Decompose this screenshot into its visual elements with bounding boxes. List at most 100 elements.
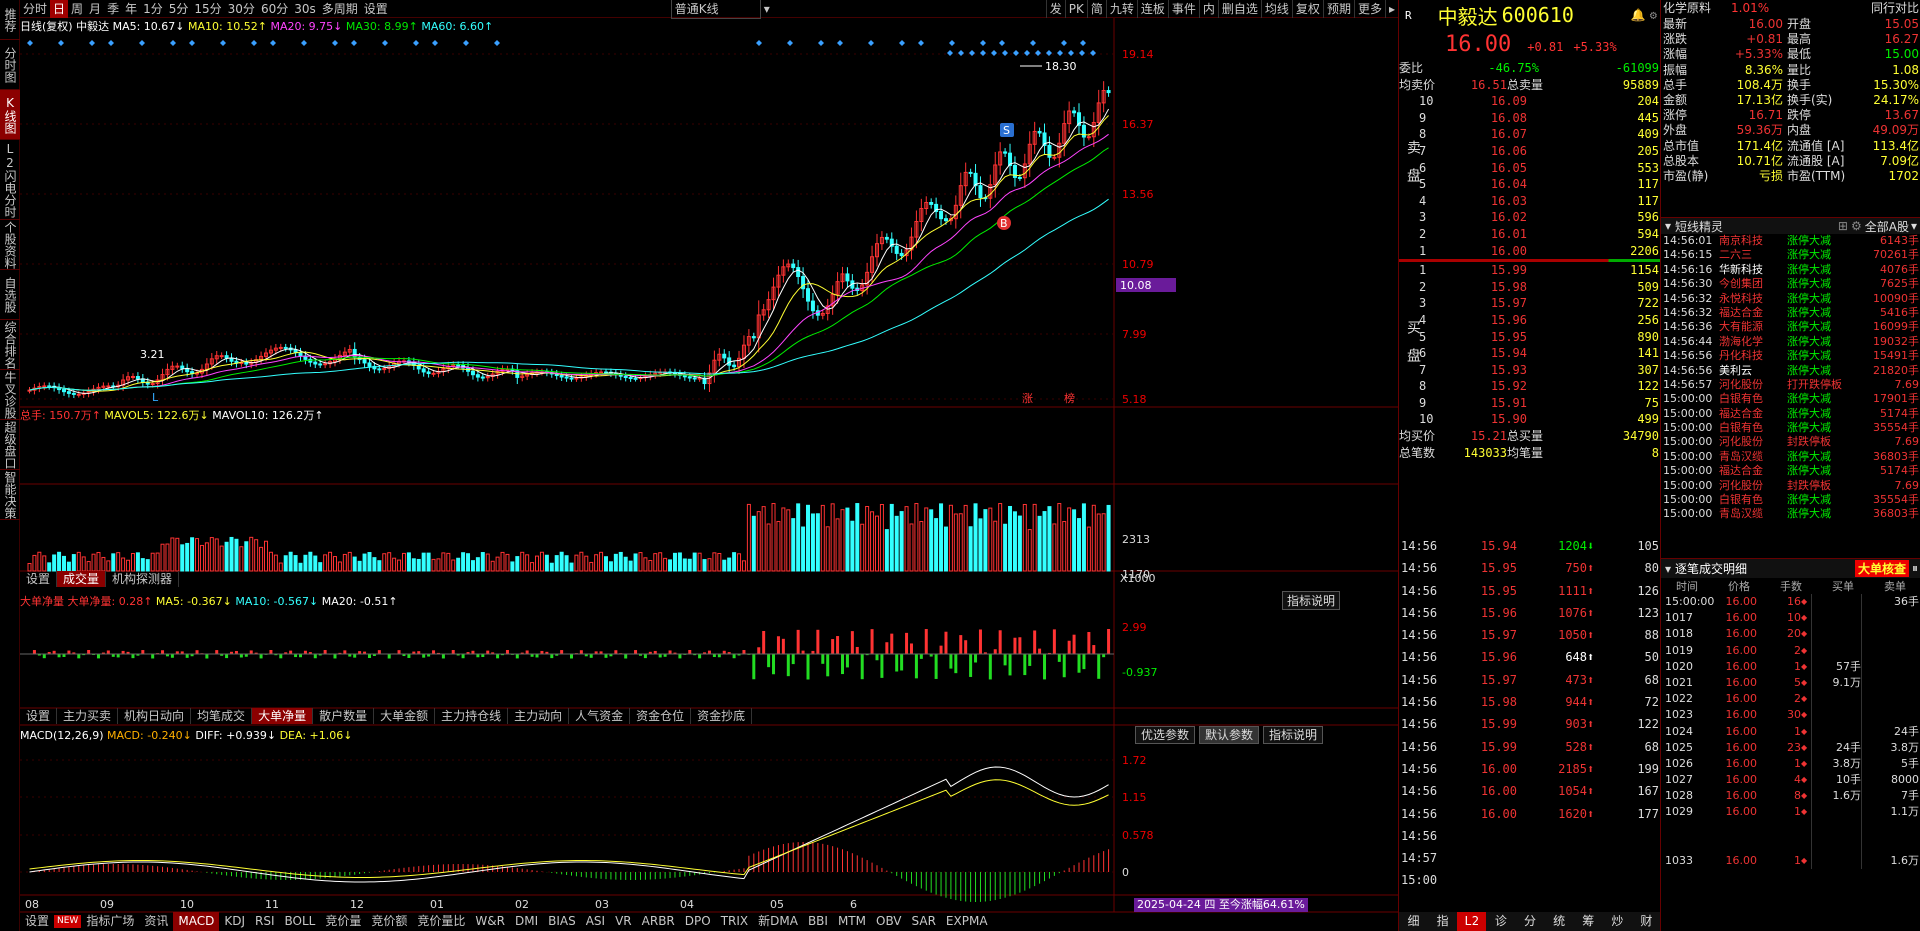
indtabs-7[interactable]: 主力持仓线: [435, 708, 509, 724]
panel-tab-7[interactable]: 炒: [1603, 912, 1632, 931]
panel-tab-3[interactable]: 诊: [1486, 912, 1515, 931]
tool-1[interactable]: PK: [1064, 0, 1087, 18]
side-tab-2[interactable]: K线图: [0, 90, 20, 140]
indtabs-9[interactable]: 人气资金: [569, 708, 631, 724]
kline-chart[interactable]: 日线(复权) 中毅达 MA5: 10.67↓ MA10: 10.52↑ MA20…: [20, 18, 1398, 931]
gear-icon[interactable]: ⚙: [1851, 219, 1862, 233]
bottom-tab-22[interactable]: OBV: [871, 912, 907, 931]
bottom-tab-2[interactable]: 指标广场: [81, 912, 139, 931]
period-tab-5[interactable]: 年: [122, 0, 140, 18]
pause-icon[interactable]: ⏸: [1912, 561, 1918, 576]
bottom-tab-17[interactable]: DPO: [680, 912, 716, 931]
side-tab-1[interactable]: 分时图: [0, 40, 20, 90]
volume-bar: [993, 520, 998, 572]
side-tab-9[interactable]: 智能决策: [0, 470, 20, 520]
bottom-tab-12[interactable]: DMI: [510, 912, 543, 931]
indtabs-6[interactable]: 大单金额: [374, 708, 436, 724]
panel-tab-2[interactable]: L2: [1457, 912, 1487, 931]
bottom-tab-11[interactable]: W&R: [470, 912, 510, 931]
period-tab-12[interactable]: 多周期: [319, 0, 361, 18]
bottom-tab-19[interactable]: 新DMA: [753, 912, 803, 931]
period-tab-7[interactable]: 5分: [166, 0, 192, 18]
tool-8[interactable]: 均线: [1260, 0, 1292, 18]
tool-5[interactable]: 事件: [1167, 0, 1199, 18]
bottom-tab-10[interactable]: 竞价量比: [412, 912, 470, 931]
big-order-check-button[interactable]: 大单核查: [1854, 560, 1909, 577]
period-tab-10[interactable]: 60分: [258, 0, 291, 18]
chevron-right-icon[interactable]: ▸: [1384, 0, 1398, 18]
indtabs-1[interactable]: 主力买卖: [57, 708, 119, 724]
bottom-tab-21[interactable]: MTM: [833, 912, 871, 931]
period-tab-9[interactable]: 30分: [225, 0, 258, 18]
indtabs-5[interactable]: 散户数量: [313, 708, 375, 724]
side-tab-4[interactable]: 个股资料: [0, 220, 20, 270]
bottom-tab-14[interactable]: ASI: [581, 912, 610, 931]
tool-0[interactable]: 发: [1045, 0, 1065, 18]
period-tab-13[interactable]: 设置: [361, 0, 391, 18]
gear-icon[interactable]: ⚙: [1650, 8, 1657, 22]
tool-9[interactable]: 复权: [1291, 0, 1323, 18]
indtabs-10[interactable]: 资金仓位: [630, 708, 692, 724]
bottom-tab-24[interactable]: EXPMA: [941, 912, 993, 931]
chevron-down-icon[interactable]: ▾: [761, 0, 773, 18]
period-tab-6[interactable]: 1分: [140, 0, 166, 18]
indtabs-11[interactable]: 资金抄底: [691, 708, 753, 724]
bell-icon[interactable]: 🔔: [1631, 8, 1646, 22]
period-tab-11[interactable]: 30s: [291, 0, 319, 18]
period-tab-0[interactable]: 分时: [20, 0, 50, 18]
tool-4[interactable]: 连板: [1136, 0, 1168, 18]
macd-btn-1[interactable]: 默认参数: [1199, 726, 1260, 744]
bottom-tab-6[interactable]: RSI: [250, 912, 280, 931]
period-tab-3[interactable]: 月: [86, 0, 104, 18]
period-tab-1[interactable]: 日: [50, 0, 69, 18]
side-tab-7[interactable]: 牛叉诊股: [0, 370, 20, 420]
period-tab-4[interactable]: 季: [104, 0, 122, 18]
bottom-tab-13[interactable]: BIAS: [543, 912, 581, 931]
bottom-tab-8[interactable]: 竞价量: [320, 912, 366, 931]
macd-btn-0[interactable]: 优选参数: [1135, 726, 1196, 744]
bottom-tab-1[interactable]: NEW: [54, 915, 82, 928]
bottom-tab-0[interactable]: 设置: [20, 912, 54, 931]
indtabs-3[interactable]: 均笔成交: [191, 708, 253, 724]
midtabs-2[interactable]: 机构探测器: [106, 571, 180, 587]
side-tab-3[interactable]: L2闪电分时: [0, 140, 20, 220]
bottom-tab-23[interactable]: SAR: [907, 912, 941, 931]
tool-6[interactable]: 内: [1198, 0, 1218, 18]
indtabs-0[interactable]: 设置: [20, 708, 58, 724]
grid-icon[interactable]: ⊞: [1838, 219, 1848, 233]
bottom-tab-4[interactable]: MACD: [173, 912, 220, 931]
period-tab-2[interactable]: 周: [68, 0, 86, 18]
side-tab-5[interactable]: 自选股: [0, 270, 20, 320]
indtabs-8[interactable]: 主力动向: [508, 708, 570, 724]
panel-tab-5[interactable]: 统: [1545, 912, 1574, 931]
tool-7[interactable]: 删自选: [1217, 0, 1261, 18]
panel-tab-1[interactable]: 指: [1428, 912, 1457, 931]
bottom-tab-16[interactable]: ARBR: [637, 912, 680, 931]
tool-10[interactable]: 预期: [1322, 0, 1354, 18]
tool-3[interactable]: 九转: [1105, 0, 1137, 18]
tool-2[interactable]: 简: [1086, 0, 1106, 18]
midtabs-1[interactable]: 成交量: [57, 571, 107, 587]
panel-tab-4[interactable]: 分: [1515, 912, 1544, 931]
kline-type-select[interactable]: 普通K线: [670, 0, 761, 19]
bottom-tab-3[interactable]: 资讯: [139, 912, 173, 931]
bottom-tab-5[interactable]: KDJ: [219, 912, 250, 931]
side-tab-0[interactable]: 推荐: [0, 0, 20, 40]
indtabs-2[interactable]: 机构日动向: [118, 708, 192, 724]
bottom-tab-9[interactable]: 竞价额: [366, 912, 412, 931]
panel-tab-6[interactable]: 筹: [1574, 912, 1603, 931]
indtabs-4[interactable]: 大单净量: [252, 708, 314, 724]
period-tab-8[interactable]: 15分: [191, 0, 224, 18]
indicator-help-button[interactable]: 指标说明: [1282, 591, 1341, 610]
bottom-tab-20[interactable]: BBI: [803, 912, 833, 931]
macd-btn-2[interactable]: 指标说明: [1263, 726, 1324, 744]
side-tab-8[interactable]: 超级盘口: [0, 420, 20, 470]
panel-tab-8[interactable]: 财: [1632, 912, 1661, 931]
bottom-tab-7[interactable]: BOLL: [280, 912, 321, 931]
side-tab-6[interactable]: 综合排名: [0, 320, 20, 370]
panel-tab-0[interactable]: 细: [1399, 912, 1428, 931]
midtabs-0[interactable]: 设置: [20, 571, 58, 587]
bottom-tab-18[interactable]: TRIX: [716, 912, 753, 931]
bottom-tab-15[interactable]: VR: [610, 912, 637, 931]
tool-11[interactable]: 更多: [1353, 0, 1385, 18]
